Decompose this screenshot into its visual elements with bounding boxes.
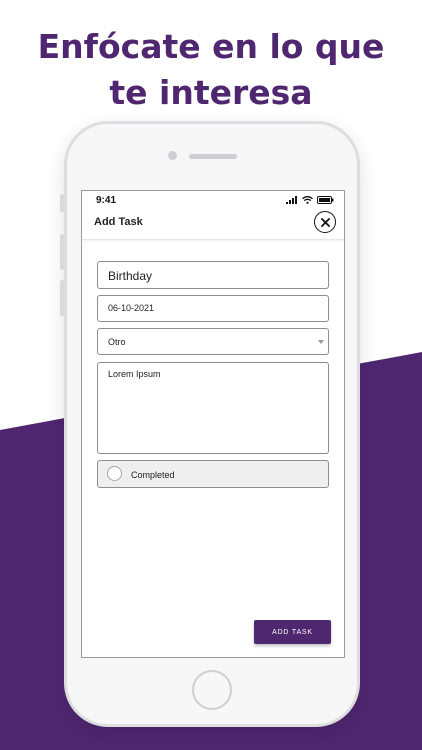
app-screen: 9:41 Add Task Birthday 06-10-2021 Otro L… (81, 190, 345, 658)
page-title: Add Task (94, 216, 143, 228)
headline-line-2: te interesa (109, 73, 313, 112)
task-notes-textarea[interactable]: Lorem Ipsum (97, 362, 329, 454)
task-date-input[interactable]: 06-10-2021 (97, 295, 329, 322)
close-icon (320, 217, 330, 227)
wifi-icon (302, 196, 313, 204)
category-selected-value: Otro (108, 337, 126, 347)
volume-down-button (60, 280, 64, 316)
completed-label: Completed (131, 470, 175, 480)
headline: Enfócate en lo que te interesa (0, 24, 422, 116)
headline-line-1: Enfócate en lo que (37, 27, 385, 66)
close-button[interactable] (314, 211, 336, 233)
earpiece-speaker (189, 154, 237, 159)
status-bar: 9:41 (82, 191, 344, 211)
status-icons (286, 196, 334, 204)
status-time: 9:41 (96, 195, 117, 206)
mute-switch (60, 194, 64, 212)
chevron-down-icon (318, 340, 324, 344)
completed-checkbox[interactable] (107, 466, 122, 481)
front-camera (168, 151, 177, 160)
battery-icon (317, 196, 334, 204)
add-task-button[interactable]: ADD TASK (254, 620, 331, 644)
task-title-input[interactable]: Birthday (97, 261, 329, 289)
category-select[interactable]: Otro (97, 328, 329, 355)
completed-toggle[interactable]: Completed (97, 460, 329, 488)
signal-icon (286, 196, 297, 204)
home-button[interactable] (192, 670, 232, 710)
volume-up-button (60, 234, 64, 270)
app-header: Add Task (82, 211, 344, 240)
